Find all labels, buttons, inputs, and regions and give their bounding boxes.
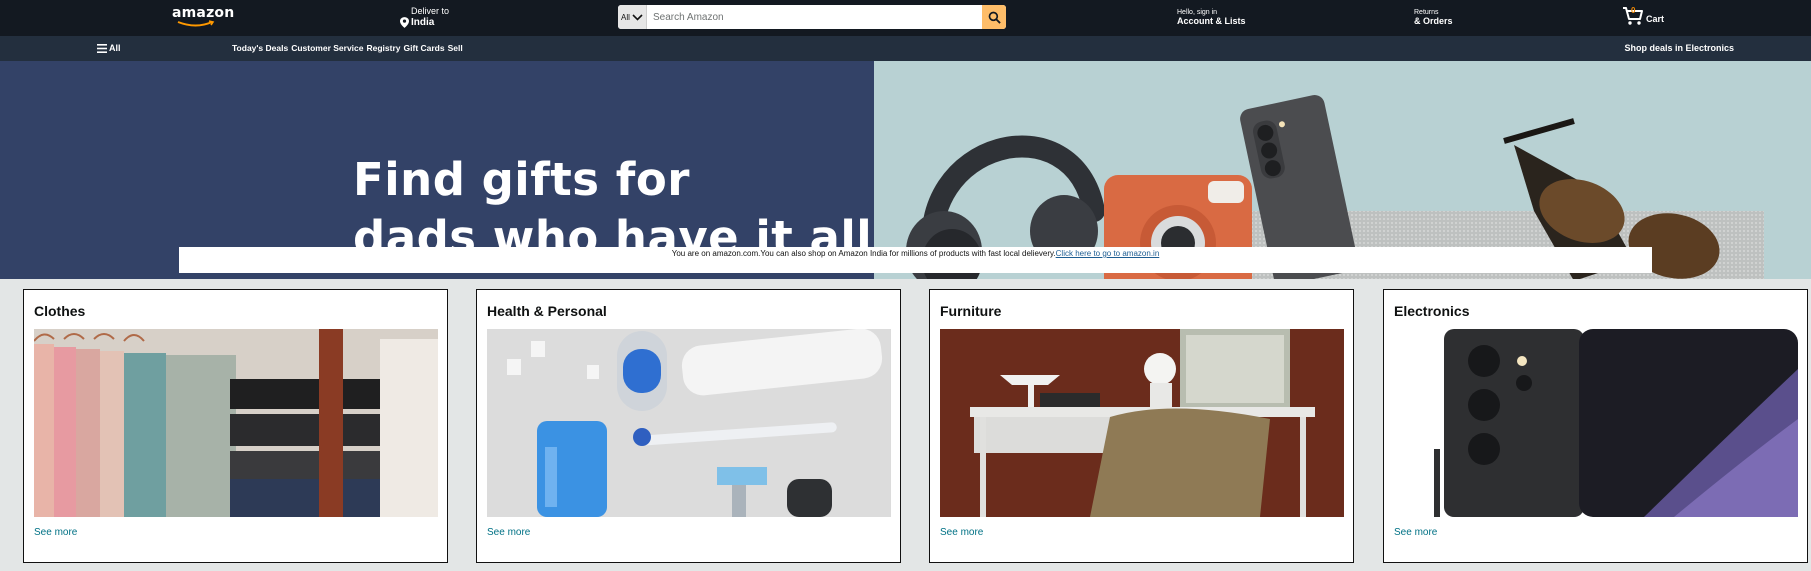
card-image-electronics[interactable] <box>1394 329 1798 517</box>
account-and-lists[interactable]: Hello, sign in Account & Lists <box>1177 8 1246 26</box>
search-bar: All <box>618 5 1006 29</box>
category-card-furniture: Furniture See more <box>929 289 1354 563</box>
logo-smile-icon <box>177 20 215 27</box>
search-category-label: All <box>621 12 630 22</box>
card-see-more-link[interactable]: See more <box>34 527 77 538</box>
deliver-label: Deliver to <box>411 6 450 16</box>
logo-text: amazon <box>172 5 235 21</box>
amazon-india-notice: You are on amazon.com.You can also shop … <box>179 247 1652 273</box>
sub-navigation-bar: All Today's Deals Customer Service Regis… <box>0 36 1811 61</box>
subnav-link-sell[interactable]: Sell <box>448 43 463 53</box>
card-see-more-link[interactable]: See more <box>1394 527 1437 538</box>
card-see-more-link[interactable]: See more <box>940 527 983 538</box>
all-menu-button[interactable]: All <box>97 43 121 53</box>
location-pin-icon <box>400 17 409 28</box>
subnav-links: Today's Deals Customer Service Registry … <box>232 43 463 53</box>
returns-and-orders[interactable]: Returns & Orders <box>1414 8 1453 26</box>
notice-text: You are on amazon.com.You can also shop … <box>671 249 1056 258</box>
category-card-electronics: Electronics See more <box>1383 289 1808 563</box>
hero-title-line1: Find gifts for <box>353 153 690 206</box>
clothes-image <box>34 329 438 517</box>
card-title: Clothes <box>34 303 86 319</box>
hamburger-icon <box>97 43 107 53</box>
cart-label: Cart <box>1646 14 1665 24</box>
all-menu-label: All <box>109 43 121 53</box>
subnav-link-customer-service[interactable]: Customer Service <box>291 43 363 53</box>
subnav-link-gift-cards[interactable]: Gift Cards <box>404 43 445 53</box>
card-image-health-personal[interactable] <box>487 329 891 517</box>
deliver-to-location[interactable]: Deliver to India <box>400 6 470 30</box>
chevron-down-icon <box>632 13 643 21</box>
card-image-furniture[interactable] <box>940 329 1344 517</box>
subnav-link-registry[interactable]: Registry <box>367 43 401 53</box>
card-title: Electronics <box>1394 303 1470 319</box>
electronics-image <box>1394 329 1798 517</box>
top-navigation-bar: amazon Deliver to India All Search Amazo… <box>0 0 1811 36</box>
card-see-more-link[interactable]: See more <box>487 527 530 538</box>
subnav-promo-link[interactable]: Shop deals in Electronics <box>1624 43 1734 53</box>
orders-label: & Orders <box>1414 16 1453 26</box>
notice-link[interactable]: Click here to go to amazon.in <box>1056 249 1160 258</box>
card-title: Furniture <box>940 303 1002 319</box>
search-button[interactable] <box>982 5 1006 29</box>
card-title: Health & Personal <box>487 303 607 319</box>
health-personal-image <box>487 329 891 517</box>
card-image-clothes[interactable] <box>34 329 438 517</box>
category-card-clothes: Clothes See more <box>23 289 448 563</box>
deliver-country: India <box>411 17 435 28</box>
cart-button[interactable]: 0 Cart <box>1622 6 1664 26</box>
subnav-link-todays-deals[interactable]: Today's Deals <box>232 43 288 53</box>
account-label: Account & Lists <box>1177 16 1246 26</box>
search-input[interactable] <box>647 5 982 29</box>
cart-count: 0 <box>1631 6 1636 15</box>
category-card-health-personal: Health & Personal See more <box>476 289 901 563</box>
furniture-image <box>940 329 1344 517</box>
search-category-dropdown[interactable]: All <box>618 5 647 29</box>
search-icon <box>988 11 1001 24</box>
amazon-logo[interactable]: amazon <box>172 5 235 30</box>
